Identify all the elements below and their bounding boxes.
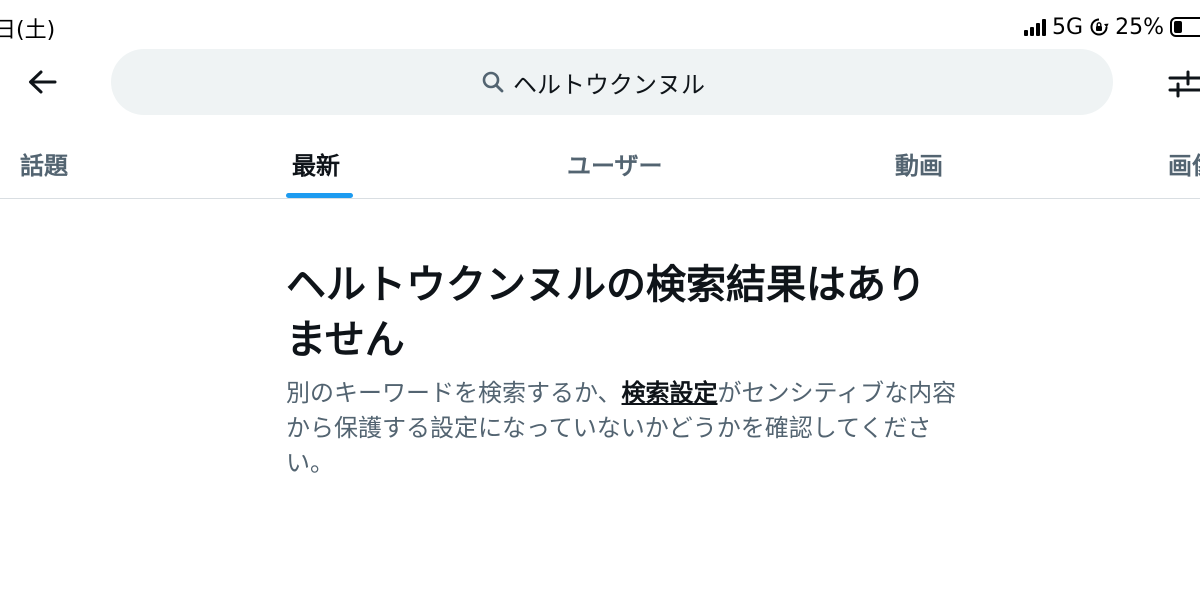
search-header (0, 48, 1200, 116)
status-bar: 日(土) 5G 25% (0, 0, 1200, 52)
description-text: 別のキーワードを検索するか、 (286, 379, 622, 407)
tab-latest[interactable]: 最新 (250, 128, 390, 198)
sliders-icon[interactable] (1166, 64, 1200, 104)
search-icon (482, 71, 504, 93)
search-settings-link[interactable]: 検索設定 (622, 379, 718, 407)
status-indicators: 5G 25% (1024, 12, 1200, 42)
battery-percentage: 25% (1115, 14, 1164, 40)
cellular-signal-icon (1024, 18, 1047, 36)
tab-images[interactable]: 画像 (1140, 128, 1200, 198)
tab-users[interactable]: ユーザー (540, 128, 700, 198)
rotation-lock-icon (1090, 18, 1109, 36)
back-button[interactable] (22, 62, 62, 102)
arrow-left-icon (29, 70, 57, 94)
search-tabs: 話題 最新 ユーザー 動画 画像 (0, 128, 1200, 199)
tab-label: 画像 (1168, 152, 1200, 180)
tab-label: ユーザー (567, 152, 663, 180)
active-tab-indicator (286, 193, 353, 198)
search-box[interactable] (111, 49, 1113, 115)
tab-label: 最新 (292, 152, 340, 180)
tab-label: 動画 (895, 152, 943, 180)
empty-state: ヘルトウクンヌルの検索結果はありません 別のキーワードを検索するか、検索設定がセ… (286, 258, 966, 481)
tab-label: 話題 (20, 152, 68, 180)
empty-state-description: 別のキーワードを検索するか、検索設定がセンシティブな内容から保護する設定になって… (286, 376, 958, 481)
battery-icon (1170, 17, 1200, 37)
search-input[interactable] (513, 68, 743, 96)
empty-state-title: ヘルトウクンヌルの検索結果はありません (286, 262, 926, 363)
battery-fill (1174, 21, 1182, 33)
tab-videos[interactable]: 動画 (860, 128, 980, 198)
status-time: 日(土) (0, 18, 56, 43)
tab-topics[interactable]: 話題 (0, 128, 120, 198)
network-type: 5G (1052, 14, 1084, 40)
